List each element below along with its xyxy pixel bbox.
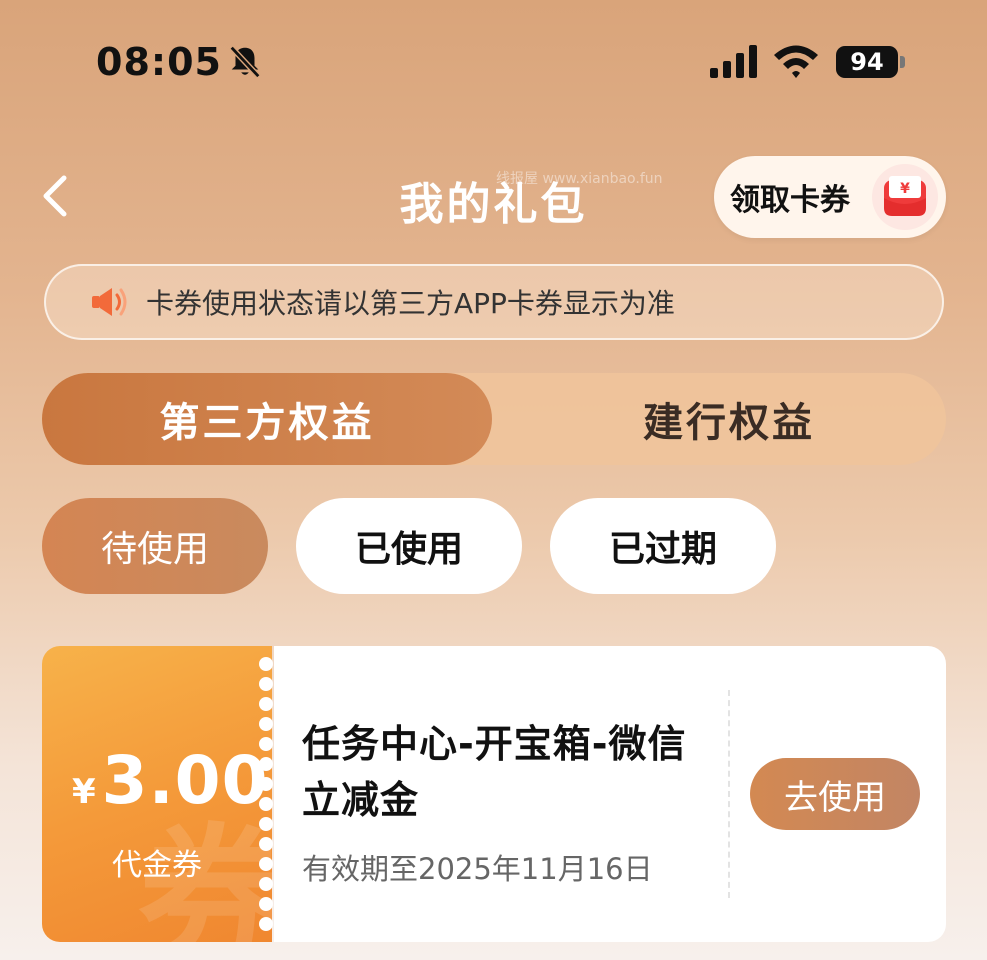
- tab-ccb-benefits[interactable]: 建行权益: [512, 373, 946, 465]
- filter-used[interactable]: 已使用: [296, 498, 522, 594]
- claim-coupon-label: 领取卡券: [730, 183, 850, 218]
- coupon-amount-row: ¥ 3.00: [72, 742, 269, 819]
- notice-banner: 卡券使用状态请以第三方APP卡券显示为准: [44, 264, 944, 340]
- tab-third-party-benefits[interactable]: 第三方权益: [42, 373, 492, 465]
- speaker-icon: [92, 288, 127, 316]
- coupon-wallet-icon: ¥: [872, 164, 938, 230]
- coupon-divider: [728, 690, 730, 898]
- notice-text: 卡券使用状态请以第三方APP卡券显示为准: [146, 287, 675, 320]
- battery-indicator: 94: [836, 46, 898, 78]
- coupon-type: 代金券: [112, 848, 202, 883]
- watermark: 线报屋 www.xianbao.fun: [496, 171, 663, 187]
- use-coupon-button[interactable]: 去使用: [750, 758, 920, 830]
- benefit-tabs: 第三方权益 建行权益: [42, 373, 946, 465]
- battery-tip: [900, 56, 905, 68]
- coupon-currency: ¥: [72, 772, 96, 812]
- bell-muted-icon: [229, 45, 261, 79]
- coupon-card: 券 ¥ 3.00 代金券 任务中心-开宝箱-微信立减金 有效期至2025年11月…: [42, 646, 946, 942]
- wifi-icon: [774, 45, 818, 78]
- nav-bar: 我的礼包 线报屋 www.xianbao.fun 领取卡券 ¥: [0, 150, 987, 240]
- status-time: 08:05: [96, 40, 222, 84]
- coupon-validity: 有效期至2025年11月16日: [302, 852, 653, 886]
- status-bar: 08:05 94: [0, 0, 987, 120]
- filter-expired[interactable]: 已过期: [550, 498, 776, 594]
- coupon-detail-panel: 任务中心-开宝箱-微信立减金 有效期至2025年11月16日 去使用: [274, 646, 946, 942]
- coupon-amount: 3.00: [101, 742, 269, 819]
- coupon-value-panel: 券 ¥ 3.00 代金券: [42, 646, 272, 942]
- signal-icon: [710, 45, 757, 78]
- svg-text:¥: ¥: [900, 181, 910, 197]
- filter-unused[interactable]: 待使用: [42, 498, 268, 594]
- claim-coupon-button[interactable]: 领取卡券 ¥: [714, 156, 946, 238]
- coupon-title: 任务中心-开宝箱-微信立减金: [302, 722, 687, 822]
